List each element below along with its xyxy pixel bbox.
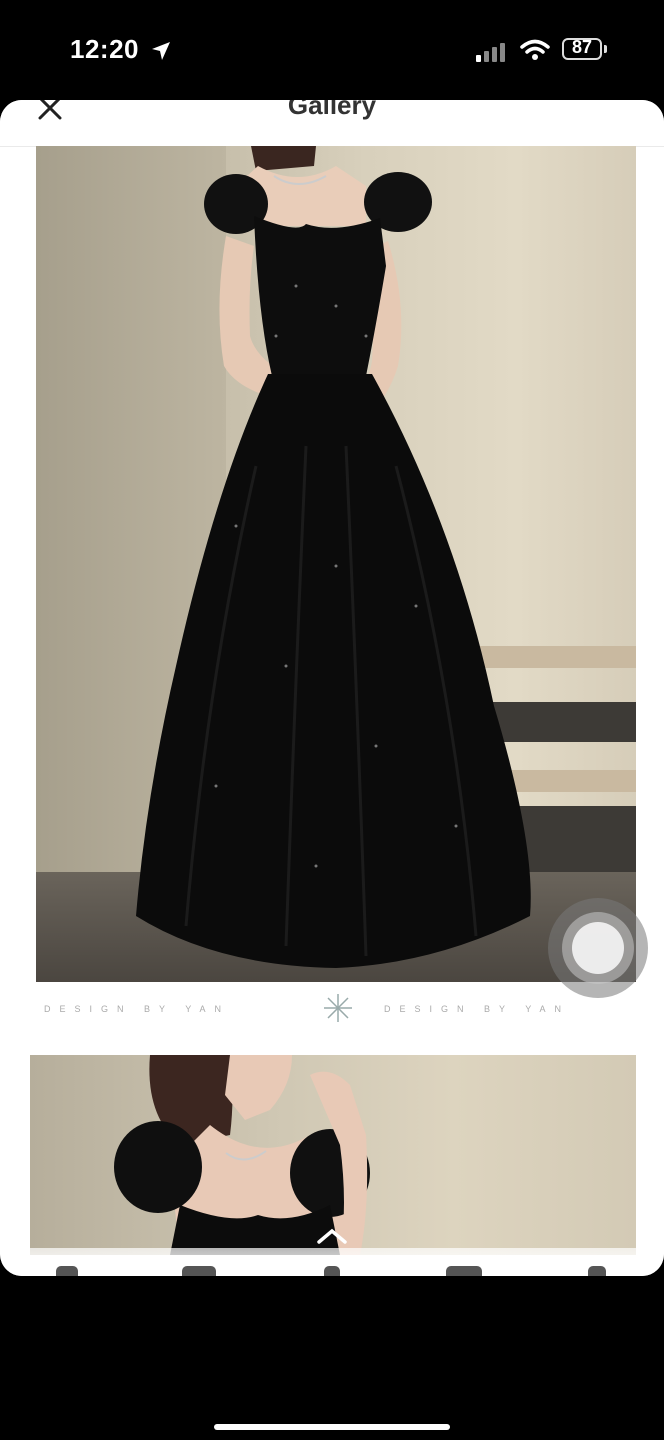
gallery-caption-left: DESIGN BY YAN [44, 1004, 231, 1014]
dress-illustration [136, 146, 531, 968]
cellular-signal-icon [476, 40, 512, 62]
snowflake-icon [324, 994, 352, 1022]
gallery-caption-right: DESIGN BY YAN [384, 1004, 571, 1014]
account-tab-icon[interactable] [588, 1266, 606, 1276]
battery-level: 87 [571, 37, 593, 57]
assistive-touch-button[interactable] [548, 898, 648, 998]
dress-closeup-illustration [114, 1055, 370, 1255]
status-time: 12:20 [70, 34, 139, 64]
chevron-up-icon[interactable] [316, 1226, 348, 1246]
assistive-touch-center [572, 922, 624, 974]
gallery-image-main[interactable] [36, 146, 636, 982]
wifi-icon [520, 39, 550, 60]
battery-icon: 87 [562, 37, 602, 60]
page-title: Gallery [287, 100, 377, 120]
home-tab-icon[interactable] [56, 1266, 78, 1276]
search-tab-icon[interactable] [324, 1266, 340, 1276]
location-arrow-icon [152, 42, 170, 60]
categories-tab-icon[interactable] [182, 1266, 216, 1276]
cart-tab-icon[interactable] [446, 1266, 482, 1276]
sheet-header: Gallery [0, 100, 664, 147]
gallery-sheet: Gallery DESIGN BY YAN DESIGN BY YAN [0, 100, 664, 1276]
home-indicator[interactable] [214, 1424, 450, 1430]
status-bar: 12:20 87 [0, 0, 664, 100]
battery-cap [604, 45, 607, 53]
gallery-image-second[interactable] [30, 1055, 636, 1255]
